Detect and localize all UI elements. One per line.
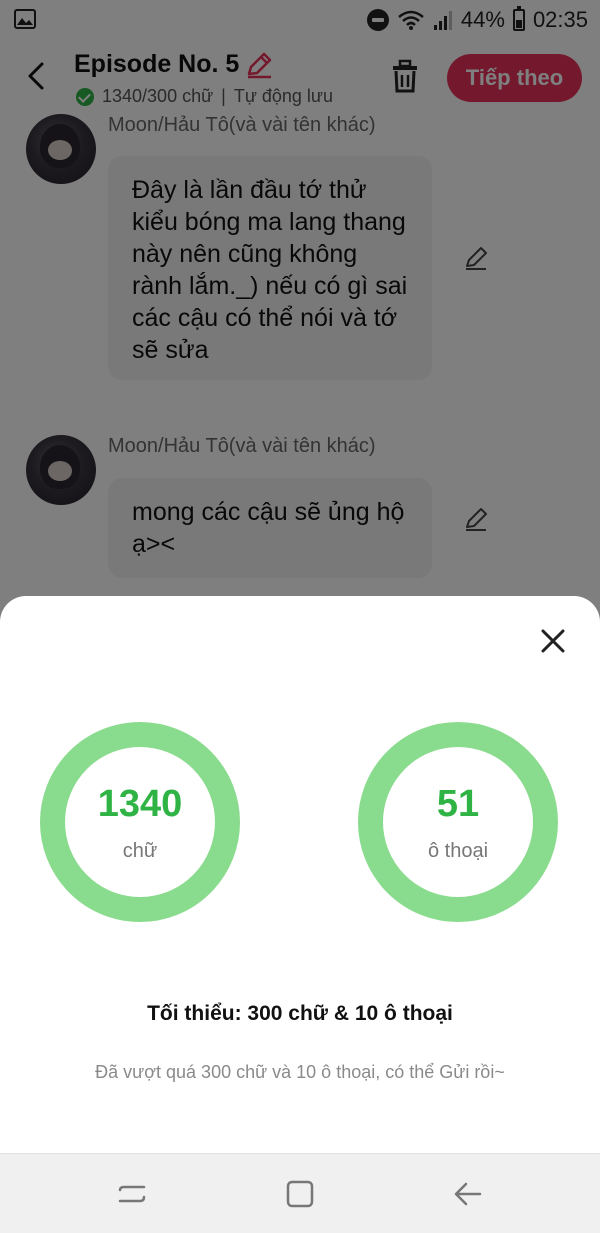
word-count-value: 1340 (97, 782, 183, 825)
dialog-count-value: 51 (436, 782, 480, 825)
word-count-unit: chữ (122, 839, 158, 862)
system-back-icon[interactable] (450, 1176, 486, 1212)
dialog-count-ring: 51 ô thoại (358, 722, 558, 922)
system-nav-bar (0, 1153, 600, 1233)
requirement-hint: Đã vượt quá 300 chữ và 10 ô thoại, có th… (95, 1062, 505, 1082)
word-count-ring: 1340 chữ (40, 722, 240, 922)
dialog-count-unit: ô thoại (427, 839, 489, 862)
close-icon[interactable] (538, 626, 568, 656)
home-icon[interactable] (282, 1176, 318, 1212)
recent-apps-icon[interactable] (114, 1176, 150, 1212)
minimum-requirement: Tối thiểu: 300 chữ & 10 ô thoại (147, 1002, 453, 1025)
stats-bottom-sheet: 1340 chữ 51 ô thoại Tối thiểu: 300 chữ &… (0, 596, 600, 1153)
